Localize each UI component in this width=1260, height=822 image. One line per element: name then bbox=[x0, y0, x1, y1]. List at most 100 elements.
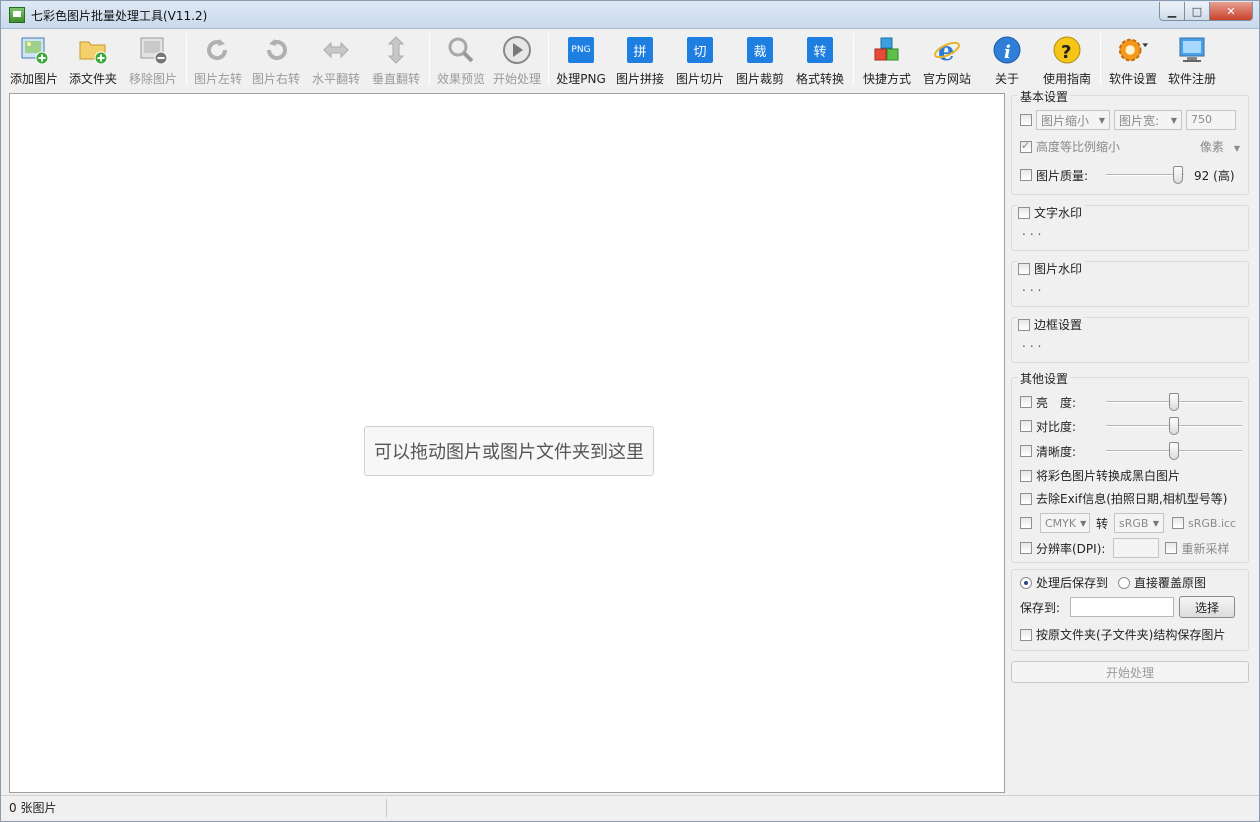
text-watermark-more[interactable]: ... bbox=[1022, 224, 1045, 238]
dpi-label: 分辨率(DPI): bbox=[1036, 541, 1106, 556]
rotate-left-button[interactable]: 图片左转 bbox=[190, 31, 246, 87]
choose-folder-button[interactable]: 选择 bbox=[1179, 596, 1236, 618]
remove-image-icon bbox=[137, 35, 169, 65]
guide-label: 使用指南 bbox=[1042, 72, 1091, 86]
register-button[interactable]: 软件注册 bbox=[1162, 31, 1222, 87]
slice-button[interactable]: 切 图片切片 bbox=[670, 31, 730, 87]
website-button[interactable]: e 官方网站 bbox=[917, 31, 977, 87]
flip-horizontal-button[interactable]: 水平翻转 bbox=[306, 31, 366, 87]
contrast-slider[interactable] bbox=[1106, 416, 1242, 436]
unit-select[interactable]: 像素 ▼ bbox=[1200, 138, 1240, 155]
about-button[interactable]: i 关于 bbox=[977, 31, 1037, 87]
save-mode-row: 处理后保存到 直接覆盖原图 bbox=[1020, 574, 1206, 591]
rotate-right-icon bbox=[260, 35, 292, 65]
crop-badge: 裁 bbox=[747, 37, 773, 63]
start-toolbar-button[interactable]: 开始处理 bbox=[489, 31, 545, 87]
maximize-button[interactable]: □ bbox=[1184, 2, 1210, 21]
remove-image-label: 移除图片 bbox=[128, 72, 177, 86]
width-input[interactable]: 750 bbox=[1186, 110, 1236, 130]
remove-exif-row: 去除Exif信息(拍照日期,相机型号等) bbox=[1020, 490, 1227, 507]
website-label: 官方网站 bbox=[922, 72, 971, 86]
text-watermark-checkbox[interactable] bbox=[1018, 206, 1030, 219]
basic-settings-group: 基本设置 图片缩小 ▼ 图片宽: ▼ 750 高度等比例缩小 像素 ▼ 图片质量: 9… bbox=[1011, 88, 1249, 195]
add-image-button[interactable]: 添加图片 bbox=[5, 31, 63, 87]
quality-slider-thumb[interactable] bbox=[1172, 166, 1183, 184]
color-to-value: sRGB bbox=[1119, 516, 1149, 530]
save-to-radio[interactable] bbox=[1020, 576, 1032, 589]
crop-label: 图片裁剪 bbox=[735, 72, 784, 86]
icc-label: sRGB.icc bbox=[1188, 516, 1237, 530]
remove-exif-label: 去除Exif信息(拍照日期,相机型号等) bbox=[1036, 492, 1228, 506]
sharpness-checkbox[interactable] bbox=[1020, 445, 1032, 457]
quality-slider[interactable] bbox=[1106, 165, 1185, 185]
image-watermark-checkbox[interactable] bbox=[1018, 262, 1030, 275]
settings-button[interactable]: 软件设置 bbox=[1104, 31, 1162, 87]
border-checkbox[interactable] bbox=[1018, 318, 1030, 331]
keep-structure-checkbox[interactable] bbox=[1020, 628, 1032, 641]
guide-button[interactable]: ? 使用指南 bbox=[1037, 31, 1097, 87]
border-more[interactable]: ... bbox=[1022, 336, 1045, 350]
start-process-button[interactable]: 开始处理 bbox=[1011, 661, 1249, 683]
keep-ratio-checkbox[interactable] bbox=[1020, 139, 1032, 153]
dpi-input[interactable] bbox=[1113, 538, 1160, 558]
toolbar-divider bbox=[1100, 33, 1101, 85]
sharpness-slider[interactable] bbox=[1106, 441, 1242, 461]
crop-button[interactable]: 裁 图片裁剪 bbox=[730, 31, 790, 87]
quality-checkbox[interactable] bbox=[1020, 169, 1032, 181]
resample-checkbox[interactable] bbox=[1165, 542, 1178, 554]
grayscale-label: 将彩色图片转换成黑白图片 bbox=[1036, 469, 1181, 483]
minimize-button[interactable]: ▁ bbox=[1159, 2, 1185, 21]
image-watermark-title: 图片水印 bbox=[1034, 262, 1083, 276]
toolbar-divider bbox=[429, 33, 430, 85]
dimension-value: 图片宽: bbox=[1119, 113, 1160, 128]
svg-text:i: i bbox=[1004, 42, 1011, 63]
close-button[interactable]: ✕ bbox=[1209, 2, 1253, 21]
remove-image-button[interactable]: 移除图片 bbox=[123, 31, 183, 87]
toolbar-divider bbox=[853, 33, 854, 85]
color-from-select[interactable]: CMYK ▼ bbox=[1040, 513, 1090, 533]
color-to-select[interactable]: sRGB ▼ bbox=[1114, 513, 1165, 533]
sharpness-slider-thumb[interactable] bbox=[1169, 442, 1179, 460]
brightness-checkbox[interactable] bbox=[1020, 396, 1032, 408]
dropdown-arrow-icon: ▼ bbox=[1170, 115, 1177, 125]
dpi-checkbox[interactable] bbox=[1020, 542, 1032, 554]
brightness-slider-thumb[interactable] bbox=[1169, 393, 1179, 411]
overwrite-radio[interactable] bbox=[1118, 576, 1131, 589]
resize-checkbox[interactable] bbox=[1020, 114, 1032, 126]
flip-vertical-icon bbox=[380, 35, 412, 65]
preview-button[interactable]: 效果预览 bbox=[433, 31, 489, 87]
image-drop-area[interactable]: 可以拖动图片或图片文件夹到这里 bbox=[9, 93, 1005, 793]
add-folder-button[interactable]: 添文件夹 bbox=[63, 31, 123, 87]
resize-mode-select[interactable]: 图片缩小 ▼ bbox=[1036, 110, 1110, 130]
keep-structure-row: 按原文件夹(子文件夹)结构保存图片 bbox=[1020, 626, 1225, 643]
rotate-right-button[interactable]: 图片右转 bbox=[246, 31, 306, 87]
quality-label: 图片质量: bbox=[1036, 168, 1089, 183]
stitch-button[interactable]: 拼 图片拼接 bbox=[610, 31, 670, 87]
keep-structure-label: 按原文件夹(子文件夹)结构保存图片 bbox=[1036, 628, 1226, 642]
slice-badge: 切 bbox=[687, 37, 713, 63]
save-path-input[interactable] bbox=[1070, 597, 1175, 617]
color-profile-checkbox[interactable] bbox=[1020, 517, 1032, 529]
resample-label: 重新采样 bbox=[1181, 541, 1230, 556]
settings-label: 软件设置 bbox=[1108, 72, 1157, 86]
dimension-select[interactable]: 图片宽: ▼ bbox=[1114, 110, 1182, 130]
toolbar-divider bbox=[548, 33, 549, 85]
process-png-button[interactable]: PNG 处理PNG bbox=[552, 31, 610, 87]
image-count: 0 张图片 bbox=[9, 799, 387, 817]
remove-exif-checkbox[interactable] bbox=[1020, 492, 1032, 505]
contrast-slider-thumb[interactable] bbox=[1169, 417, 1179, 435]
resize-mode-value: 图片缩小 bbox=[1041, 113, 1090, 128]
convert-button[interactable]: 转 格式转换 bbox=[790, 31, 850, 87]
flip-vertical-button[interactable]: 垂直翻转 bbox=[366, 31, 426, 87]
brightness-row: 亮 度: bbox=[1020, 392, 1242, 412]
other-settings-title: 其他设置 bbox=[1018, 370, 1071, 387]
sharpness-label: 清晰度: bbox=[1036, 444, 1077, 459]
image-watermark-more[interactable]: ... bbox=[1022, 280, 1045, 294]
contrast-checkbox[interactable] bbox=[1020, 420, 1032, 432]
grayscale-checkbox[interactable] bbox=[1020, 469, 1032, 482]
shortcut-button[interactable]: 快捷方式 bbox=[857, 31, 917, 87]
brightness-slider[interactable] bbox=[1106, 392, 1242, 412]
contrast-label: 对比度: bbox=[1036, 419, 1077, 434]
icc-checkbox[interactable] bbox=[1172, 517, 1185, 529]
app-window: 七彩色图片批量处理工具(V11.2) ▁ □ ✕ 添加图片 添文件夹 移除图片 bbox=[0, 0, 1260, 822]
